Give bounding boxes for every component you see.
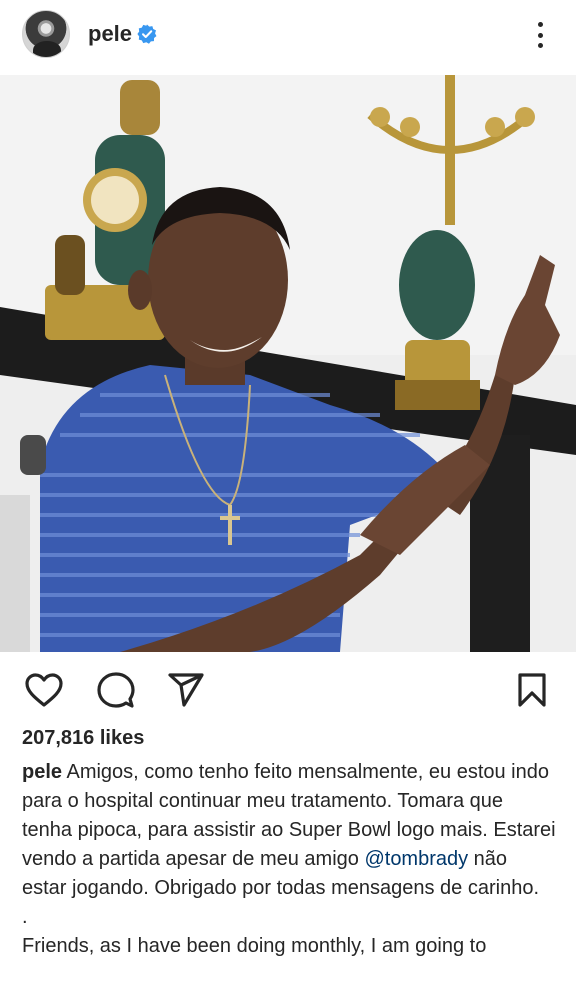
profile-avatar[interactable] [22,10,70,58]
caption-separator: . [22,906,28,928]
post-photo[interactable] [0,75,576,652]
caption-mention-link[interactable]: @tombrady [364,848,468,870]
post-header: pele [0,0,576,75]
post-username[interactable]: pele [88,21,132,47]
likes-count[interactable]: 207,816 likes [22,727,144,750]
heart-icon[interactable] [24,670,64,710]
post-action-bar [0,660,576,716]
post-caption: pele Amigos, como tenho feito mensalment… [22,758,556,961]
more-options-icon[interactable] [528,18,552,52]
caption-username[interactable]: pele [22,761,62,783]
bookmark-icon[interactable] [512,670,552,710]
comment-icon[interactable] [96,670,136,710]
caption-english-text: Friends, as I have been doing monthly, I… [22,935,487,957]
send-icon[interactable] [166,670,206,710]
verified-badge-icon [137,24,157,44]
